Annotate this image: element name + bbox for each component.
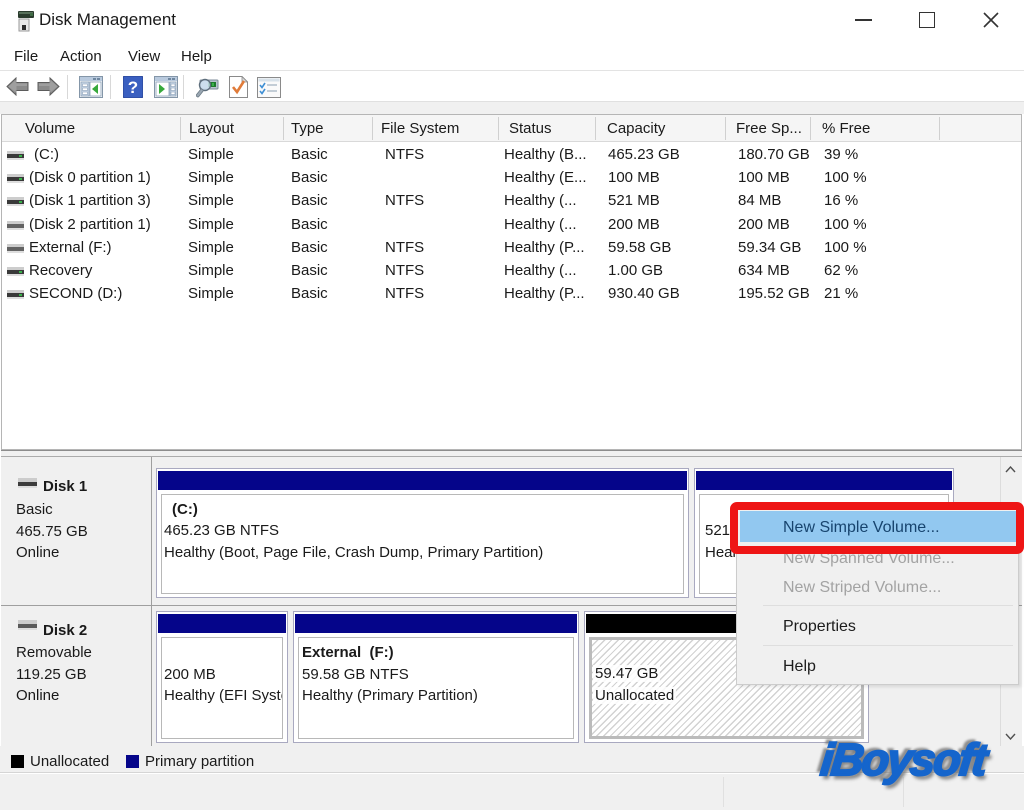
svg-text:?: ? xyxy=(128,78,138,97)
